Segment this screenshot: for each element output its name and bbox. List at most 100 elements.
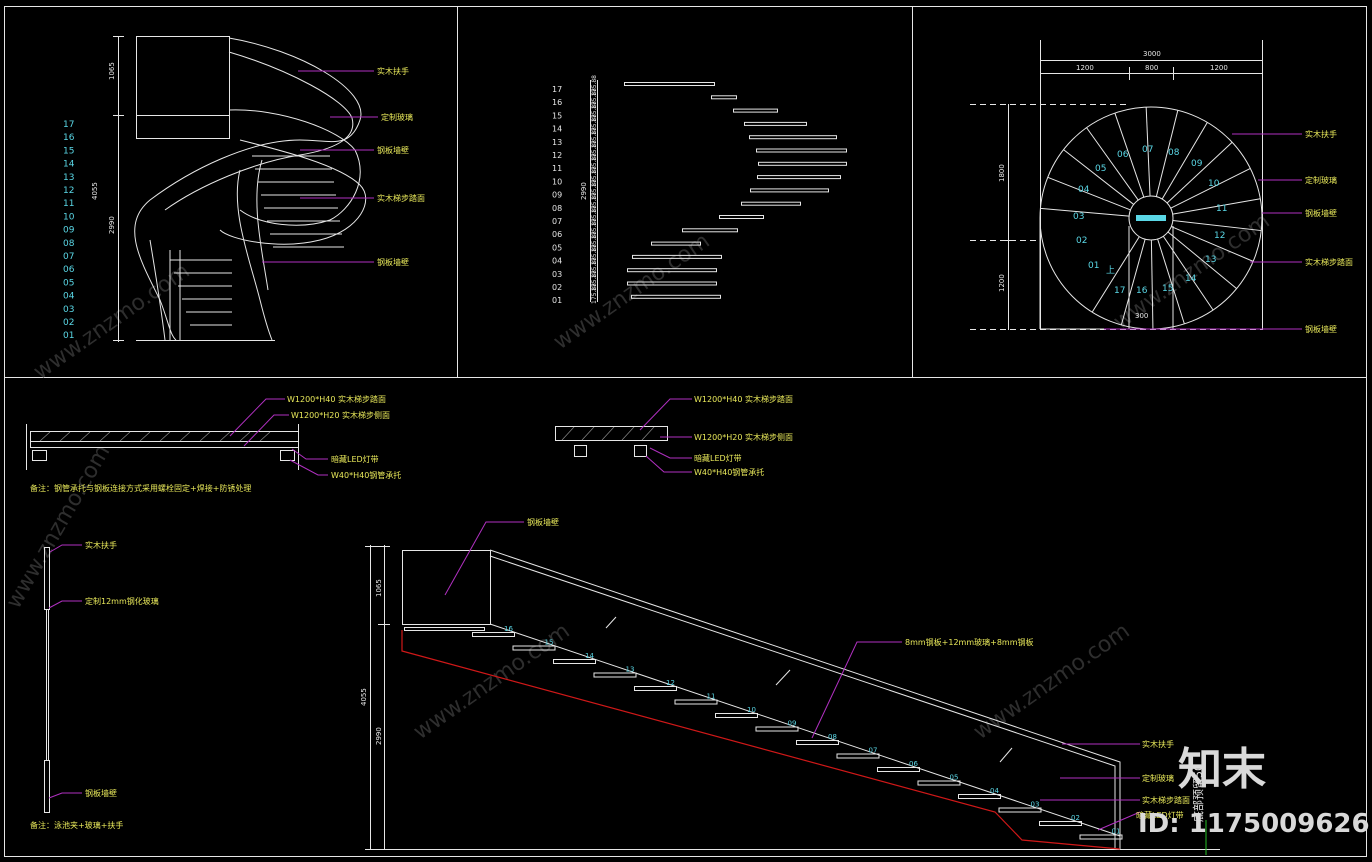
detail-short-tread: W1200*H40 实木梯步踏面 W1200*H20 实木梯步侧面 暗藏LED灯… [555,394,793,477]
side-label-tread: 实木梯步踏面 [377,193,425,203]
watermark-foreground: 知末 ID: 1175009626 [1138,744,1370,839]
straight-step-number: 02 [1071,814,1080,822]
side-step-number: 05 [63,278,74,288]
profile-tread [749,135,837,140]
profile-tread [757,175,841,180]
profile-step-number: 17 [552,85,562,94]
plan-dim-v2: 1200 [998,274,1006,292]
profile-step-number: 10 [552,177,562,186]
straight-step-numbers: 16 15 14 13 12 11 10 09 08 07 06 05 04 03 02 01 [504,625,1120,836]
side-step-number: 15 [63,146,74,156]
vertical-label-steel-wall: 钢板墙壁 [85,788,117,798]
profile-dim-total: 2990 [580,182,588,200]
profile-tread [719,215,764,219]
straight-tread [796,740,839,745]
side-step-number: 02 [63,318,74,328]
side-dim-total: 4055 [91,182,99,200]
short-label-tube: W40*H40钢管承托 [694,467,764,477]
plan-label-steel-wall-2: 钢板墙壁 [1305,324,1337,334]
side-step-number: 08 [63,239,75,249]
straight-step-number: 05 [950,774,959,782]
long-label-riser: W1200*H20 实木梯步侧面 [291,410,390,420]
straight-label-handrail: 实木扶手 [1142,739,1174,749]
profile-step-number: 01 [552,296,562,305]
plan-step-number: 06 [1117,150,1129,160]
straight-dim-lower: 2990 [375,727,383,745]
straight-step-number: 09 [788,720,797,728]
straight-tread [553,659,596,664]
side-step-number: 16 [63,133,75,143]
watermark-background: www.znzmo.com www.znzmo.com www.znzmo.co… [2,209,1275,745]
plan-step-number: 05 [1095,164,1106,174]
straight-step-number: 03 [1031,801,1040,809]
plan-step-number: 14 [1185,274,1197,284]
side-dim-upper: 1065 [108,62,116,80]
straight-step-number: 11 [707,693,716,701]
panel-plan: 3000 1200 800 1200 1800 1200 300 10 11 12 1… [970,40,1353,334]
plan-step-number: 13 [1205,255,1216,265]
plan-step-number: 16 [1136,286,1148,296]
straight-tread [472,632,515,637]
long-label-tread: W1200*H40 实木梯步踏面 [287,394,386,404]
straight-step-number: 14 [585,652,594,660]
vertical-note: 备注：泳池夹+玻璃+扶手 [30,820,123,830]
profile-tread [624,82,715,86]
plan-label-tread: 实木梯步踏面 [1305,257,1353,267]
straight-tread [958,794,1001,799]
side-step-number: 06 [63,265,75,275]
profile-rise-labels: 175.88175.88175.88175.88175.88175.88175.… [591,75,598,304]
straight-label-glass: 定制玻璃 [1142,773,1174,783]
profile-tread [758,161,847,166]
profile-tread [682,228,738,233]
side-step-number: 12 [63,186,74,196]
watermark-id: ID: 1175009626 [1138,809,1370,839]
plan-step-number: 02 [1076,236,1087,246]
profile-step-number: 14 [552,125,562,134]
side-step-number: 17 [63,120,74,130]
straight-step-number: 08 [828,733,837,741]
profile-step-number: 07 [552,217,562,226]
side-dim-lower: 2990 [108,216,116,234]
watermark-site-6: www.znzmo.com [2,441,116,613]
straight-tread [674,699,718,705]
side-step-numbers: 17 16 15 14 13 12 11 10 09 08 07 06 05 04 03 02 01 [63,120,75,341]
plan-step-number: 03 [1073,212,1084,222]
plan-step-number: 09 [1191,159,1203,169]
profile-step-number: 11 [552,164,562,173]
straight-dim-upper: 1065 [375,579,383,597]
short-label-riser: W1200*H20 实木梯步侧面 [694,432,793,442]
side-step-number: 03 [63,305,74,315]
side-step-number: 13 [63,173,74,183]
plan-dim-v1: 1800 [998,164,1006,182]
straight-tread [634,686,677,691]
long-label-tube: W40*H40钢管承托 [331,470,401,480]
profile-step-number: 05 [552,243,562,252]
side-step-number: 09 [63,226,75,236]
plan-center-column [1136,215,1166,221]
plan-dim-right: 1200 [1210,64,1228,72]
straight-step-number: 13 [626,666,635,674]
cad-drawing: www.znzmo.com www.znzmo.com www.znzmo.co… [2,6,1370,857]
plan-step-number: 07 [1142,145,1153,155]
side-step-number: 04 [63,292,75,302]
long-label-led: 暗藏LED灯带 [331,454,379,464]
straight-tread [1039,821,1082,826]
straight-step-number: 04 [990,787,999,795]
profile-step-number: 03 [552,270,562,279]
vertical-label-handrail: 实木扶手 [85,540,117,550]
straight-step-number: 15 [545,639,554,647]
panel-side-elevation: 1716151413121110090807060504030201 1065 … [63,36,425,342]
watermark-logo: 知末 [1178,744,1266,795]
plan-dim-small: 300 [1135,312,1148,320]
watermark-site-3: www.znzmo.com [1109,209,1274,335]
short-label-led: 暗藏LED灯带 [694,453,742,463]
straight-tread [404,627,485,631]
short-label-tread: W1200*H40 实木梯步踏面 [694,394,793,404]
straight-step-number: 12 [666,679,675,687]
profile-tread [744,121,807,126]
profile-step-number: 12 [552,151,562,160]
straight-label-tread: 实木梯步踏面 [1142,795,1190,805]
plan-label-glass: 定制玻璃 [1305,175,1337,185]
straight-step-number: 10 [747,706,756,714]
profile-step-number: 09 [552,191,562,200]
